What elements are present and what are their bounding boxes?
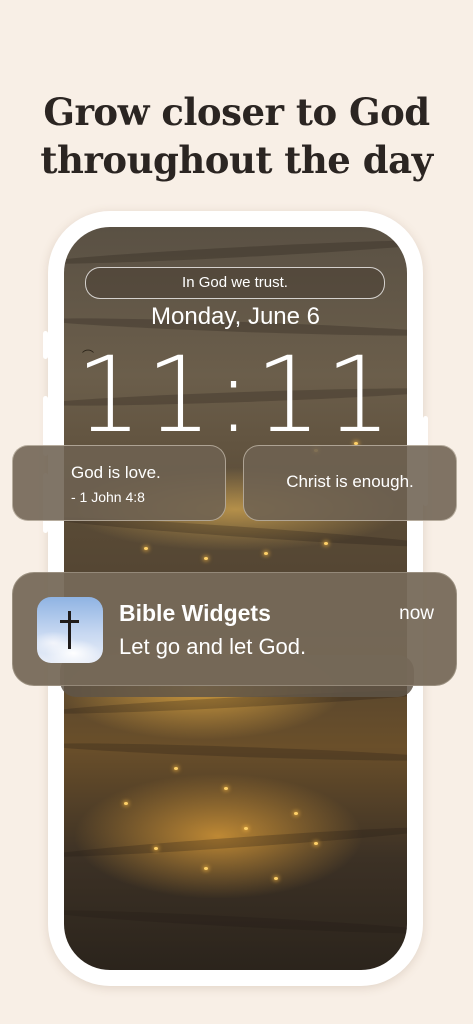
widget-pill-verse[interactable]: In God we trust. xyxy=(85,267,385,299)
lock-screen-clock: 11:11 xyxy=(75,334,396,456)
widget-verse-right[interactable]: Christ is enough. xyxy=(243,445,457,521)
headline: Grow closer to God throughout the day xyxy=(0,88,473,184)
phone-mute-button xyxy=(43,331,48,359)
notification-body: Let go and let God. xyxy=(119,634,307,659)
notification-time: now xyxy=(399,603,434,624)
widget-right-verse-text: Christ is enough. xyxy=(286,472,414,491)
headline-line-1: Grow closer to God xyxy=(43,90,430,134)
widget-verse-left[interactable]: God is love. - 1 John 4:8 xyxy=(12,445,226,521)
widget-left-verse-reference: - 1 John 4:8 xyxy=(71,489,145,505)
headline-line-2: throughout the day xyxy=(40,138,433,182)
widget-left-verse-text: God is love. xyxy=(71,463,161,482)
notification-app-name: Bible Widgets xyxy=(119,600,271,626)
lock-screen-date: Monday, June 6 xyxy=(151,303,320,330)
cross-icon xyxy=(37,597,103,663)
notification-banner[interactable]: Bible Widgets now Let go and let God. xyxy=(12,572,457,686)
